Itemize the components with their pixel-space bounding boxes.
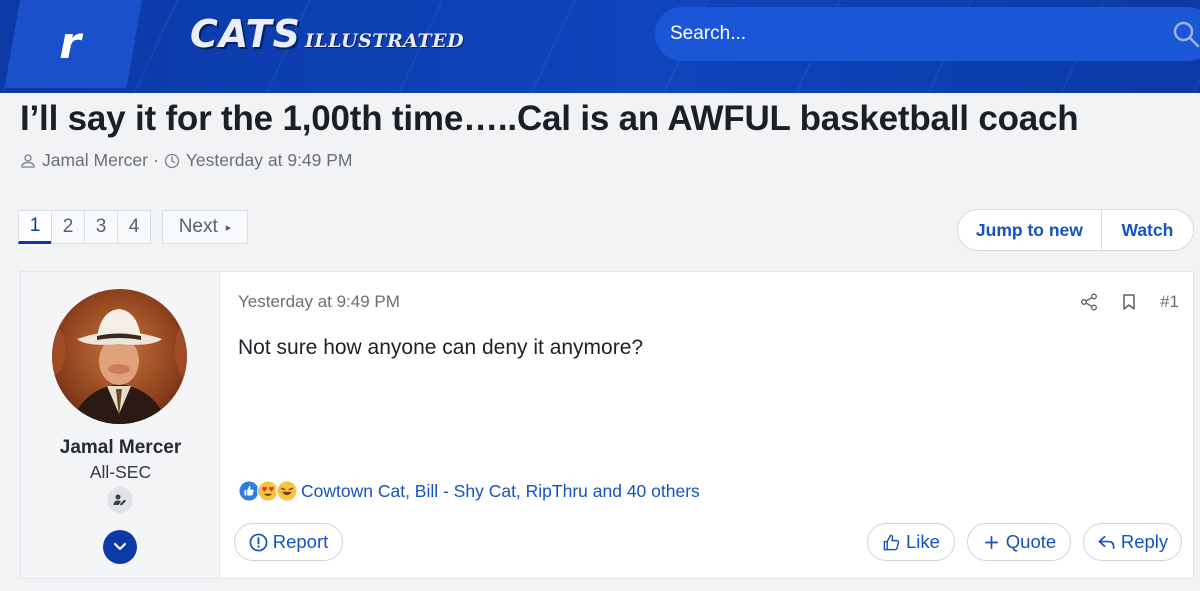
page-link-2[interactable]: 2 [51,210,85,244]
post-user-title: All-SEC [89,462,152,482]
clock-icon [164,153,179,168]
reaction-users-link[interactable]: Cowtown Cat, Bill - Shy Cat, RipThru and… [301,481,700,502]
like-label: Like [906,531,940,552]
share-icon[interactable] [1080,293,1098,311]
pagination: 1 2 3 4 Next ▸ [18,210,248,244]
post-user-panel: Jamal Mercer All-SEC [21,272,220,578]
next-page-label: Next [178,216,218,237]
post: Jamal Mercer All-SEC Yesterday at 9:49 P… [20,271,1194,579]
reaction-icons[interactable] [238,480,298,502]
reply-arrow-icon [1098,535,1115,549]
like-button[interactable]: Like [867,523,955,561]
thread-meta: Jamal Mercer · Yesterday at 9:49 PM [20,150,353,171]
thread-title: I’ll say it for the 1,00th time…..Cal is… [20,99,1079,138]
avatar[interactable] [52,289,187,424]
rivals-logo-button[interactable]: r [4,0,142,88]
next-page-button[interactable]: Next ▸ [162,210,248,244]
chevron-down-icon [113,542,127,551]
post-username[interactable]: Jamal Mercer [21,437,220,459]
reactions-bar: Cowtown Cat, Bill - Shy Cat, RipThru and… [238,480,700,502]
post-date-link[interactable]: Yesterday at 9:49 PM [238,292,400,312]
thread-author-link[interactable]: Jamal Mercer [42,150,148,171]
page-link-1[interactable]: 1 [18,210,52,244]
user-icon [21,153,35,168]
thumbs-up-icon [883,534,900,550]
search-input[interactable]: Search... [655,7,1200,61]
watch-button[interactable]: Watch [1102,210,1193,250]
page-link-3[interactable]: 3 [84,210,118,244]
report-button[interactable]: Report [234,523,343,561]
site-logo-main: CATS [190,12,301,56]
post-tools: #1 [1080,292,1179,312]
thread-actions: Jump to new Watch [957,209,1194,251]
bookmark-icon[interactable] [1120,293,1138,311]
post-number-link[interactable]: #1 [1160,292,1179,312]
site-logo[interactable]: CATS ILLUSTRATED [190,12,464,56]
avatar-image [52,289,187,424]
page-link-4[interactable]: 4 [117,210,151,244]
post-body: Yesterday at 9:49 PM #1 Not sure how any… [221,272,1194,578]
quote-button[interactable]: Quote [967,523,1071,561]
site-logo-sub: ILLUSTRATED [304,30,465,52]
reply-button[interactable]: Reply [1083,523,1182,561]
post-content: Not sure how anyone can deny it anymore? [238,336,644,359]
quote-label: Quote [1005,531,1057,552]
search-icon[interactable] [1172,20,1200,48]
plus-icon [984,535,998,549]
rivals-logo-letter: r [59,18,82,69]
laugh-reaction-icon [276,480,298,502]
jump-to-new-button[interactable]: Jump to new [958,210,1102,250]
chevron-right-icon: ▸ [225,221,232,234]
meta-separator: · [153,150,159,170]
report-icon [249,533,268,551]
report-label: Report [272,531,329,552]
reply-label: Reply [1120,531,1169,552]
user-edit-icon [107,487,133,513]
site-header: r CATS ILLUSTRATED Search... [0,0,1200,93]
expand-user-button[interactable] [103,530,137,564]
thread-date-link[interactable]: Yesterday at 9:49 PM [186,150,353,171]
search-placeholder: Search... [670,23,747,44]
